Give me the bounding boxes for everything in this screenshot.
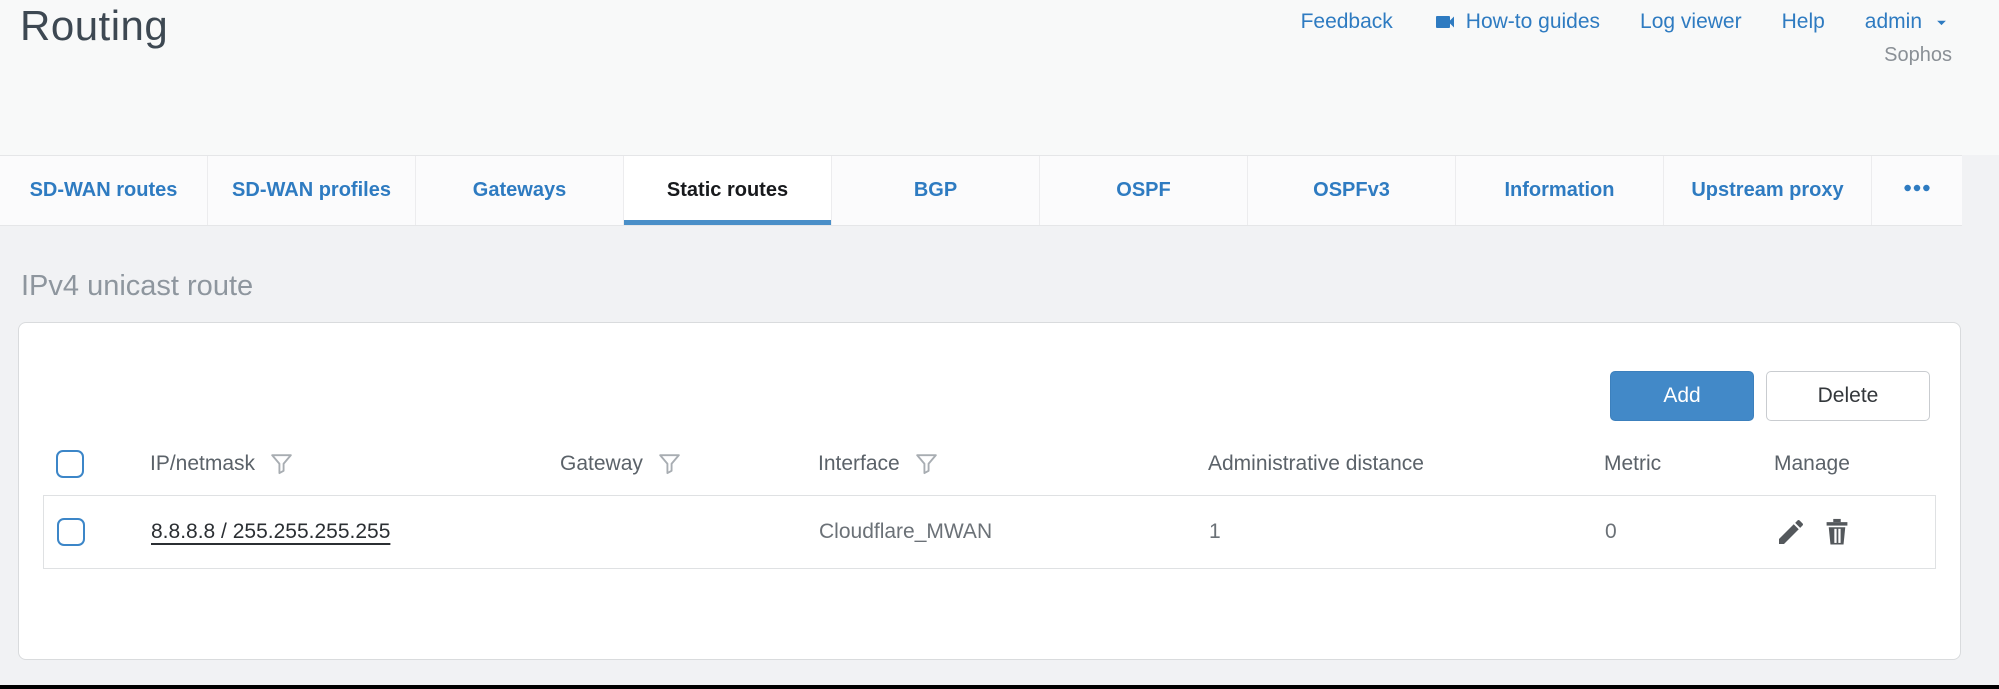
page-title: Routing [20, 2, 168, 50]
routing-page: { "page": { "title": "Routing", "brand":… [0, 0, 1999, 689]
column-header-interface: Interface [818, 447, 1208, 482]
admin-distance-cell: 1 [1209, 520, 1605, 544]
tab-ospf[interactable]: OSPF [1040, 156, 1248, 225]
tab-label: OSPF [1116, 179, 1170, 202]
feedback-link-label: Feedback [1301, 10, 1393, 34]
tab-ospfv3[interactable]: OSPFv3 [1248, 156, 1456, 225]
add-button[interactable]: Add [1610, 371, 1754, 421]
top-header: Routing Feedback How-to guides Log viewe… [0, 0, 1999, 155]
admin-menu-label: admin [1865, 10, 1922, 34]
tab-gateways[interactable]: Gateways [416, 156, 624, 225]
screen-bottom-edge [0, 685, 1999, 689]
column-label: Metric [1604, 452, 1661, 476]
manage-cell [1775, 516, 1935, 548]
row-checkbox[interactable] [57, 518, 85, 546]
tab-label: Gateways [473, 179, 566, 202]
column-label: IP/netmask [150, 452, 255, 476]
column-label: Interface [818, 452, 900, 476]
tab-bgp[interactable]: BGP [832, 156, 1040, 225]
column-label: Manage [1774, 452, 1850, 476]
ellipsis-icon [1902, 173, 1932, 208]
chevron-down-icon [1931, 12, 1952, 33]
table-header: IP/netmask Gateway Interface Administrat… [43, 441, 1936, 487]
row-checkbox-cell [44, 518, 151, 546]
tab-sdwan-routes[interactable]: SD-WAN routes [0, 156, 208, 225]
column-label: Gateway [560, 452, 643, 476]
howto-guides-link-label: How-to guides [1466, 10, 1600, 34]
filter-icon[interactable] [914, 451, 939, 482]
column-header-metric: Metric [1604, 452, 1774, 476]
table-row: 8.8.8.8 / 255.255.255.255 Cloudflare_MWA… [43, 495, 1936, 569]
tab-sdwan-profiles[interactable]: SD-WAN profiles [208, 156, 416, 225]
help-link-label: Help [1782, 10, 1825, 34]
section-heading: IPv4 unicast route [21, 270, 253, 303]
log-viewer-link[interactable]: Log viewer [1640, 10, 1742, 34]
column-header-ip-netmask: IP/netmask [150, 447, 560, 482]
trash-icon[interactable] [1821, 516, 1853, 548]
tab-label: Information [1505, 179, 1615, 202]
table-toolbar: Add Delete [19, 323, 1960, 421]
routes-panel: Add Delete IP/netmask Gateway Interface … [18, 322, 1961, 660]
edit-icon[interactable] [1775, 516, 1807, 548]
metric-cell: 0 [1605, 520, 1775, 544]
filter-icon[interactable] [657, 451, 682, 482]
tab-label: BGP [914, 179, 957, 202]
tab-bar: SD-WAN routes SD-WAN profiles Gateways S… [0, 155, 1962, 226]
video-camera-icon [1433, 10, 1457, 34]
feedback-link[interactable]: Feedback [1301, 10, 1393, 34]
tab-label: Upstream proxy [1691, 179, 1843, 202]
tab-label: OSPFv3 [1313, 179, 1390, 202]
route-link[interactable]: 8.8.8.8 / 255.255.255.255 [151, 520, 390, 543]
tab-label: Static routes [667, 179, 788, 202]
tab-label: SD-WAN routes [30, 179, 178, 202]
admin-menu[interactable]: admin [1865, 10, 1952, 34]
tab-label: SD-WAN profiles [232, 179, 391, 202]
tab-static-routes[interactable]: Static routes [624, 156, 832, 225]
help-link[interactable]: Help [1782, 10, 1825, 34]
column-header-gateway: Gateway [560, 447, 818, 482]
tab-upstream-proxy[interactable]: Upstream proxy [1664, 156, 1872, 225]
howto-guides-link[interactable]: How-to guides [1433, 10, 1600, 34]
more-tabs-button[interactable] [1872, 156, 1962, 225]
column-header-admin-distance: Administrative distance [1208, 452, 1604, 476]
log-viewer-link-label: Log viewer [1640, 10, 1742, 34]
interface-cell: Cloudflare_MWAN [819, 520, 1209, 544]
select-all-checkbox[interactable] [56, 450, 84, 478]
tab-information[interactable]: Information [1456, 156, 1664, 225]
header-links: Feedback How-to guides Log viewer Help a… [1301, 10, 1952, 34]
filter-icon[interactable] [269, 451, 294, 482]
brand-label: Sophos [1884, 44, 1952, 67]
ip-netmask-cell: 8.8.8.8 / 255.255.255.255 [151, 520, 561, 544]
header-checkbox-cell [43, 450, 150, 478]
column-label: Administrative distance [1208, 452, 1424, 476]
column-header-manage: Manage [1774, 452, 1936, 476]
delete-button[interactable]: Delete [1766, 371, 1930, 421]
